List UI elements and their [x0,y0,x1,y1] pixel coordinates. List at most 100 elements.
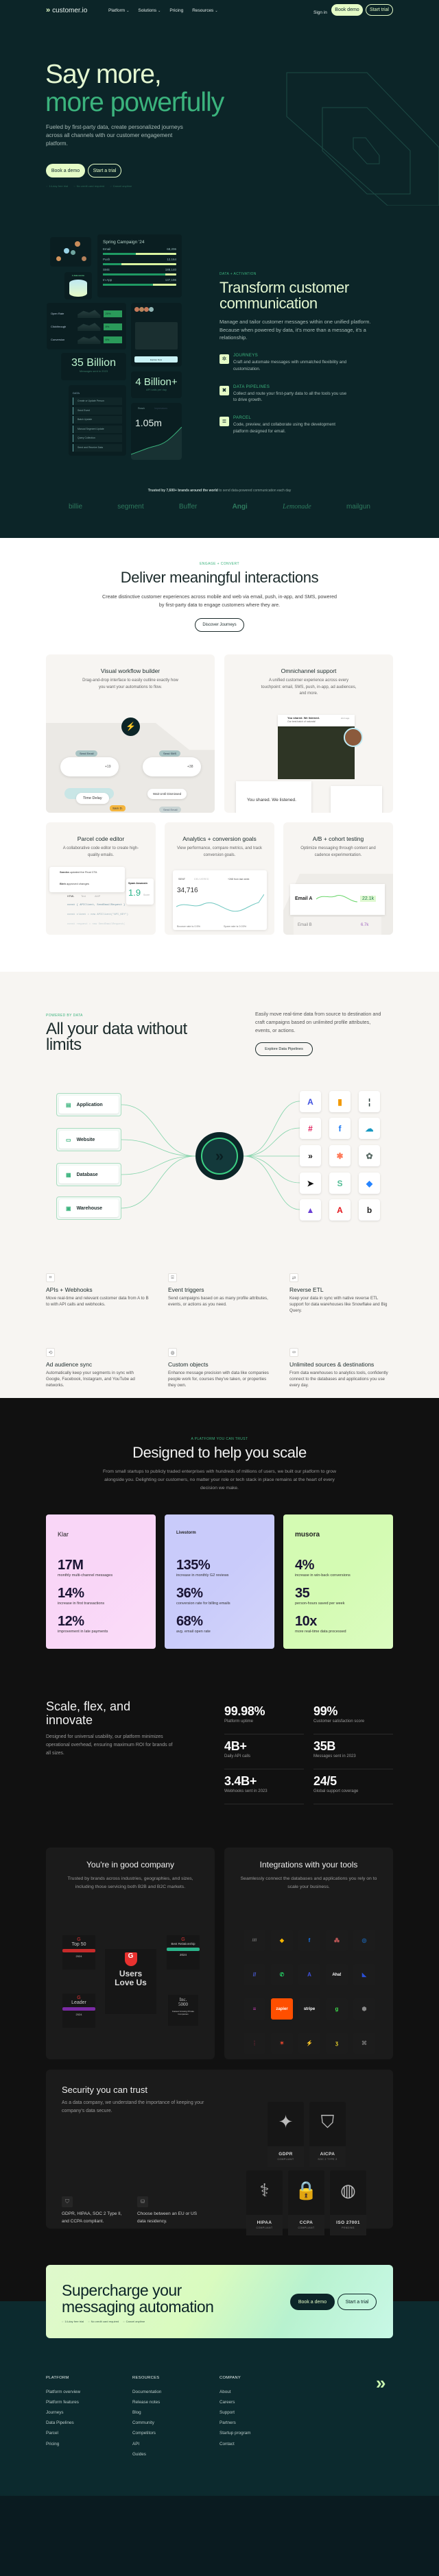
case-stat-caption: avg. email open rate [176,1630,211,1634]
stat-caption: Platform uptime [224,1719,254,1724]
footer-logo-icon[interactable]: » [376,2374,385,2392]
integration-tile: ✆ [271,1964,293,1985]
integration-logo: ⋮ [252,2040,257,2046]
explore-data-pipelines-button[interactable]: Explore Data Pipelines [255,1042,313,1056]
avatar [344,728,363,747]
integration-logo: g [335,2006,339,2012]
api-stat-card: 4 Billion+ API calls per day [131,371,182,398]
channel-value: 68,206 [167,247,176,251]
perk: ◌ No credit card required [88,2320,119,2323]
integration-tile: ✶ [271,2033,293,2054]
section-body: Manage and tailor customer messages with… [220,319,371,341]
sign-in-link[interactable]: Sign in [313,10,327,15]
feature-card-3: Analytics + conversion goals View perform… [165,822,274,935]
integration-logo: A [307,1972,311,1978]
brand-logo-billie: billie [69,503,83,511]
sparkline [78,323,101,331]
cta-book-demo-button[interactable]: Book a demo [290,2294,335,2310]
case-stat-caption: person-hours saved per week [295,1602,345,1606]
start-a-trial-button[interactable]: Start a trial [88,164,121,177]
email-a-card: Email A 22.1k [290,884,385,915]
feature-card-0: Visual workflow builder Drag-and-drop int… [46,654,215,813]
footer-link[interactable]: Pricing [46,2442,59,2446]
case-study-livestorm[interactable]: Livestorm 135% increase in monthly G2 revi… [165,1514,274,1649]
footer-link[interactable]: Parcel [46,2431,58,2436]
case-stat-caption: increase in first transactions [58,1602,105,1606]
nav-link-solutions[interactable]: Solutions ⌄ [138,8,161,13]
stat-value: 4B+ [224,1739,247,1753]
footer-link[interactable]: Journeys [46,2410,64,2415]
footer-link[interactable]: Careers [220,2400,235,2405]
footer-link[interactable]: About [220,2390,230,2394]
footer-link[interactable]: Support [220,2410,235,2415]
footer-link[interactable]: Startup program [220,2431,251,2436]
feature-text: Code, preview, and collaborate using the… [233,422,335,434]
nav-link-pricing[interactable]: Pricing [169,8,183,13]
book-demo-button[interactable]: Book demo [331,4,363,16]
browser-icon: ▭ [66,1136,71,1143]
compliance-icon: ⛉ [320,2111,335,2132]
compliance-icon: ◍ [340,2180,356,2200]
case-stat-value: 35 [295,1586,310,1601]
platform-stat: 3.4B+ Webhooks sent in 2023 [224,1774,304,1804]
audience-group: +38 [143,757,201,776]
footer-link[interactable]: Competitors [132,2431,156,2436]
data-feature: ∞ Unlimited sources & destinations From da… [289,1348,392,1389]
footer-link[interactable]: Community [132,2420,154,2425]
stat-value: 35 Billion [71,357,116,369]
logo[interactable]: » customer.io [46,6,87,14]
feature-text: From data warehouses to analytics tools,… [289,1371,388,1388]
campaign-card: Spring Campaign '24 Email 68,206 Push 12,16… [97,234,182,297]
footer-link[interactable]: Platform overview [46,2390,80,2394]
brand-logos: billie segment Buffer Angi Lemonade mailgun [69,503,370,511]
feature-card-4: A/B + cohort testing Optimize messaging t… [283,822,393,935]
mixpanel-icon: ¦ [359,1091,380,1112]
metrics-card: Open Rate 20% Clickthrough 8% Conversion 6% [47,303,126,349]
card-text: Drag-and-drop interface to easily outlin… [82,678,178,689]
trusted-line: Trusted by 7,600+ brands around the worl… [0,489,439,493]
footer-link[interactable]: API [132,2442,139,2446]
integration-tile: zapier [271,1998,293,2020]
footer-link[interactable]: Documentation [132,2390,161,2394]
feature-title: APIs + Webhooks [46,1286,93,1293]
nav-link-platform[interactable]: Platform ⌄ [108,8,129,13]
start-trial-button[interactable]: Start trial [366,4,393,16]
discover-journeys-button[interactable]: Discover Journeys [195,618,244,632]
card-text: A unified customer experience across eve… [261,678,357,696]
footer-link[interactable]: Platform features [46,2400,79,2405]
email-b-label: Email B [298,923,312,927]
feature-text: Automatically keep your segments in sync… [46,1371,135,1388]
footer-link[interactable]: Blog [132,2410,141,2415]
footer-link[interactable]: Partners [220,2420,236,2425]
footer-link[interactable]: Data Pipelines [46,2420,74,2425]
metric-badge: 8% [103,323,122,330]
footer-link[interactable]: Guides [132,2452,146,2457]
customerio-icon: » [300,1145,321,1166]
nav-link-resources[interactable]: Resources ⌄ [192,8,217,13]
section-label: DATA + ACTIVATION [220,272,257,276]
spam-label: Spam Assassin [128,882,147,885]
adobe-icon: A [329,1199,351,1220]
integration-tile: ◎ [353,1930,375,1951]
feature-text: Collect and route your first-party data … [233,391,347,403]
case-stat-value: 68% [176,1614,203,1629]
data-label: DATA [73,391,80,395]
comments-popup: Sandra updated the Final CTA Binh approve… [49,867,125,892]
book-a-demo-button[interactable]: Book a demo [46,164,85,177]
metric-name: Conversion [51,338,65,341]
integration-logo: // [252,1972,257,1978]
chevron-down-icon: ⌄ [126,9,130,13]
stat-caption: Global support coverage [313,1789,359,1793]
check-circle-icon: ◌ [123,2320,125,2323]
case-study-klar[interactable]: Klar 17M monthly multi-channel messages 14%… [46,1514,156,1649]
cta-start-trial-button[interactable]: Start a trial [337,2294,377,2310]
integration-logo: ◎ [361,1937,367,1943]
editor-tab: HTML [67,895,75,898]
footer-link[interactable]: Release notes [132,2400,160,2405]
footer-link[interactable]: Contact [220,2442,235,2446]
cta-card: Supercharge your messaging automation ◌ 1… [46,2265,393,2338]
comment-user: Sandra [60,870,69,874]
feature-data-pipelines: ✖ DATA PIPELINES Collect and route your fi… [220,384,370,404]
integration-tile: A [298,1964,320,1985]
case-study-musora[interactable]: musora 4% increase in win-back conversions… [283,1514,393,1649]
